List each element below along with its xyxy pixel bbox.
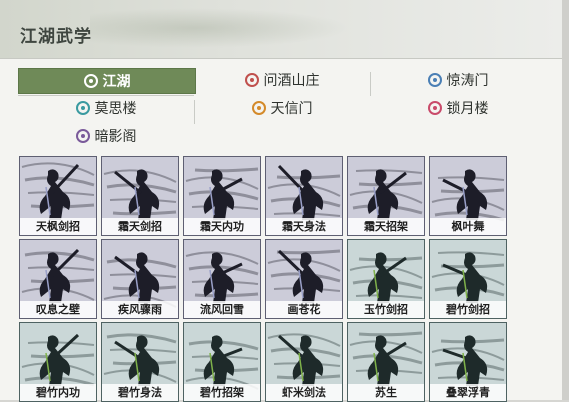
tab-5[interactable]: 天信门 xyxy=(194,96,370,120)
tab-label: 莫思楼 xyxy=(94,101,137,117)
skill-name: 虾米剑法 xyxy=(266,384,342,401)
skill-name: 叠翠浮青 xyxy=(430,384,506,401)
skill-card[interactable]: 枫叶舞 xyxy=(429,156,507,236)
tab-2[interactable]: 问酒山庄 xyxy=(194,68,370,92)
tab-4[interactable]: 莫思楼 xyxy=(18,96,194,120)
skill-card[interactable]: 碧竹身法 xyxy=(101,322,179,402)
tab-6[interactable]: 锁月楼 xyxy=(370,96,546,120)
tianxin-emblem-icon xyxy=(251,101,266,115)
wenjiu-emblem-icon xyxy=(244,73,259,87)
tab-label: 江湖 xyxy=(102,74,131,90)
tab-label: 暗影阁 xyxy=(94,129,137,145)
sect-tabs: 江湖 问酒山庄 惊涛门莫思楼 天信门 锁月楼暗影阁 xyxy=(18,68,548,152)
anying-emblem-icon xyxy=(75,129,90,143)
skill-card[interactable]: 天枫剑招 xyxy=(19,156,97,236)
skill-name: 苏生 xyxy=(348,384,424,401)
skill-name: 画苍花 xyxy=(266,301,342,318)
skill-name: 玉竹剑招 xyxy=(348,301,424,318)
tab-label: 锁月楼 xyxy=(446,101,489,117)
skill-name: 流风回雪 xyxy=(184,301,260,318)
tab-column-divider xyxy=(194,100,195,124)
skill-card[interactable]: 苏生 xyxy=(347,322,425,402)
tab-3[interactable]: 惊涛门 xyxy=(370,68,546,92)
skill-card[interactable]: 碧竹剑招 xyxy=(429,239,507,319)
jingtao-emblem-icon xyxy=(427,73,442,87)
tab-row-divider xyxy=(18,95,194,96)
tab-1[interactable]: 江湖 xyxy=(18,68,196,94)
skill-card[interactable]: 霜天内功 xyxy=(183,156,261,236)
page-title: 江湖武学 xyxy=(20,27,92,47)
tab-column-divider xyxy=(370,72,371,96)
suoyue-emblem-icon xyxy=(427,101,442,115)
skill-card[interactable]: 碧竹内功 xyxy=(19,322,97,402)
skill-card[interactable]: 叹息之壁 xyxy=(19,239,97,319)
skill-card[interactable]: 画苍花 xyxy=(265,239,343,319)
panel-header: 江湖武学 xyxy=(0,0,562,59)
skill-name: 碧竹剑招 xyxy=(430,301,506,318)
skill-card[interactable]: 虾米剑法 xyxy=(265,322,343,402)
skill-card[interactable]: 霜天招架 xyxy=(347,156,425,236)
skill-card[interactable]: 霜天剑招 xyxy=(101,156,179,236)
skill-name: 疾风骤雨 xyxy=(102,301,178,318)
tab-7[interactable]: 暗影阁 xyxy=(18,124,194,148)
skill-name: 碧竹招架 xyxy=(184,384,260,401)
skill-name: 叹息之壁 xyxy=(20,301,96,318)
martial-arts-panel: 江湖武学 江湖 问酒山庄 惊涛门 莫思楼 天信门 锁月楼 暗影阁 天枫剑招 霜天剑招 霜天内功霜… xyxy=(0,0,563,402)
mosi-emblem-icon xyxy=(75,101,90,115)
skill-card[interactable]: 流风回雪 xyxy=(183,239,261,319)
skill-card[interactable]: 霜天身法 xyxy=(265,156,343,236)
header-ink-decoration xyxy=(90,8,350,48)
skill-name: 霜天内功 xyxy=(184,218,260,235)
skill-name: 枫叶舞 xyxy=(430,218,506,235)
skill-name: 霜天剑招 xyxy=(102,218,178,235)
skill-card[interactable]: 玉竹剑招 xyxy=(347,239,425,319)
skill-name: 霜天招架 xyxy=(348,218,424,235)
scroll-edge xyxy=(562,0,569,400)
skill-name: 碧竹身法 xyxy=(102,384,178,401)
jianghu-emblem-icon xyxy=(83,74,98,88)
tab-label: 惊涛门 xyxy=(446,73,489,89)
skill-card[interactable]: 叠翠浮青 xyxy=(429,322,507,402)
skill-card[interactable]: 疾风骤雨 xyxy=(101,239,179,319)
tab-label: 天信门 xyxy=(270,101,313,117)
skill-name: 碧竹内功 xyxy=(20,384,96,401)
tab-label: 问酒山庄 xyxy=(263,73,320,89)
skill-name: 天枫剑招 xyxy=(20,218,96,235)
skill-card[interactable]: 碧竹招架 xyxy=(183,322,261,402)
skill-name: 霜天身法 xyxy=(266,218,342,235)
